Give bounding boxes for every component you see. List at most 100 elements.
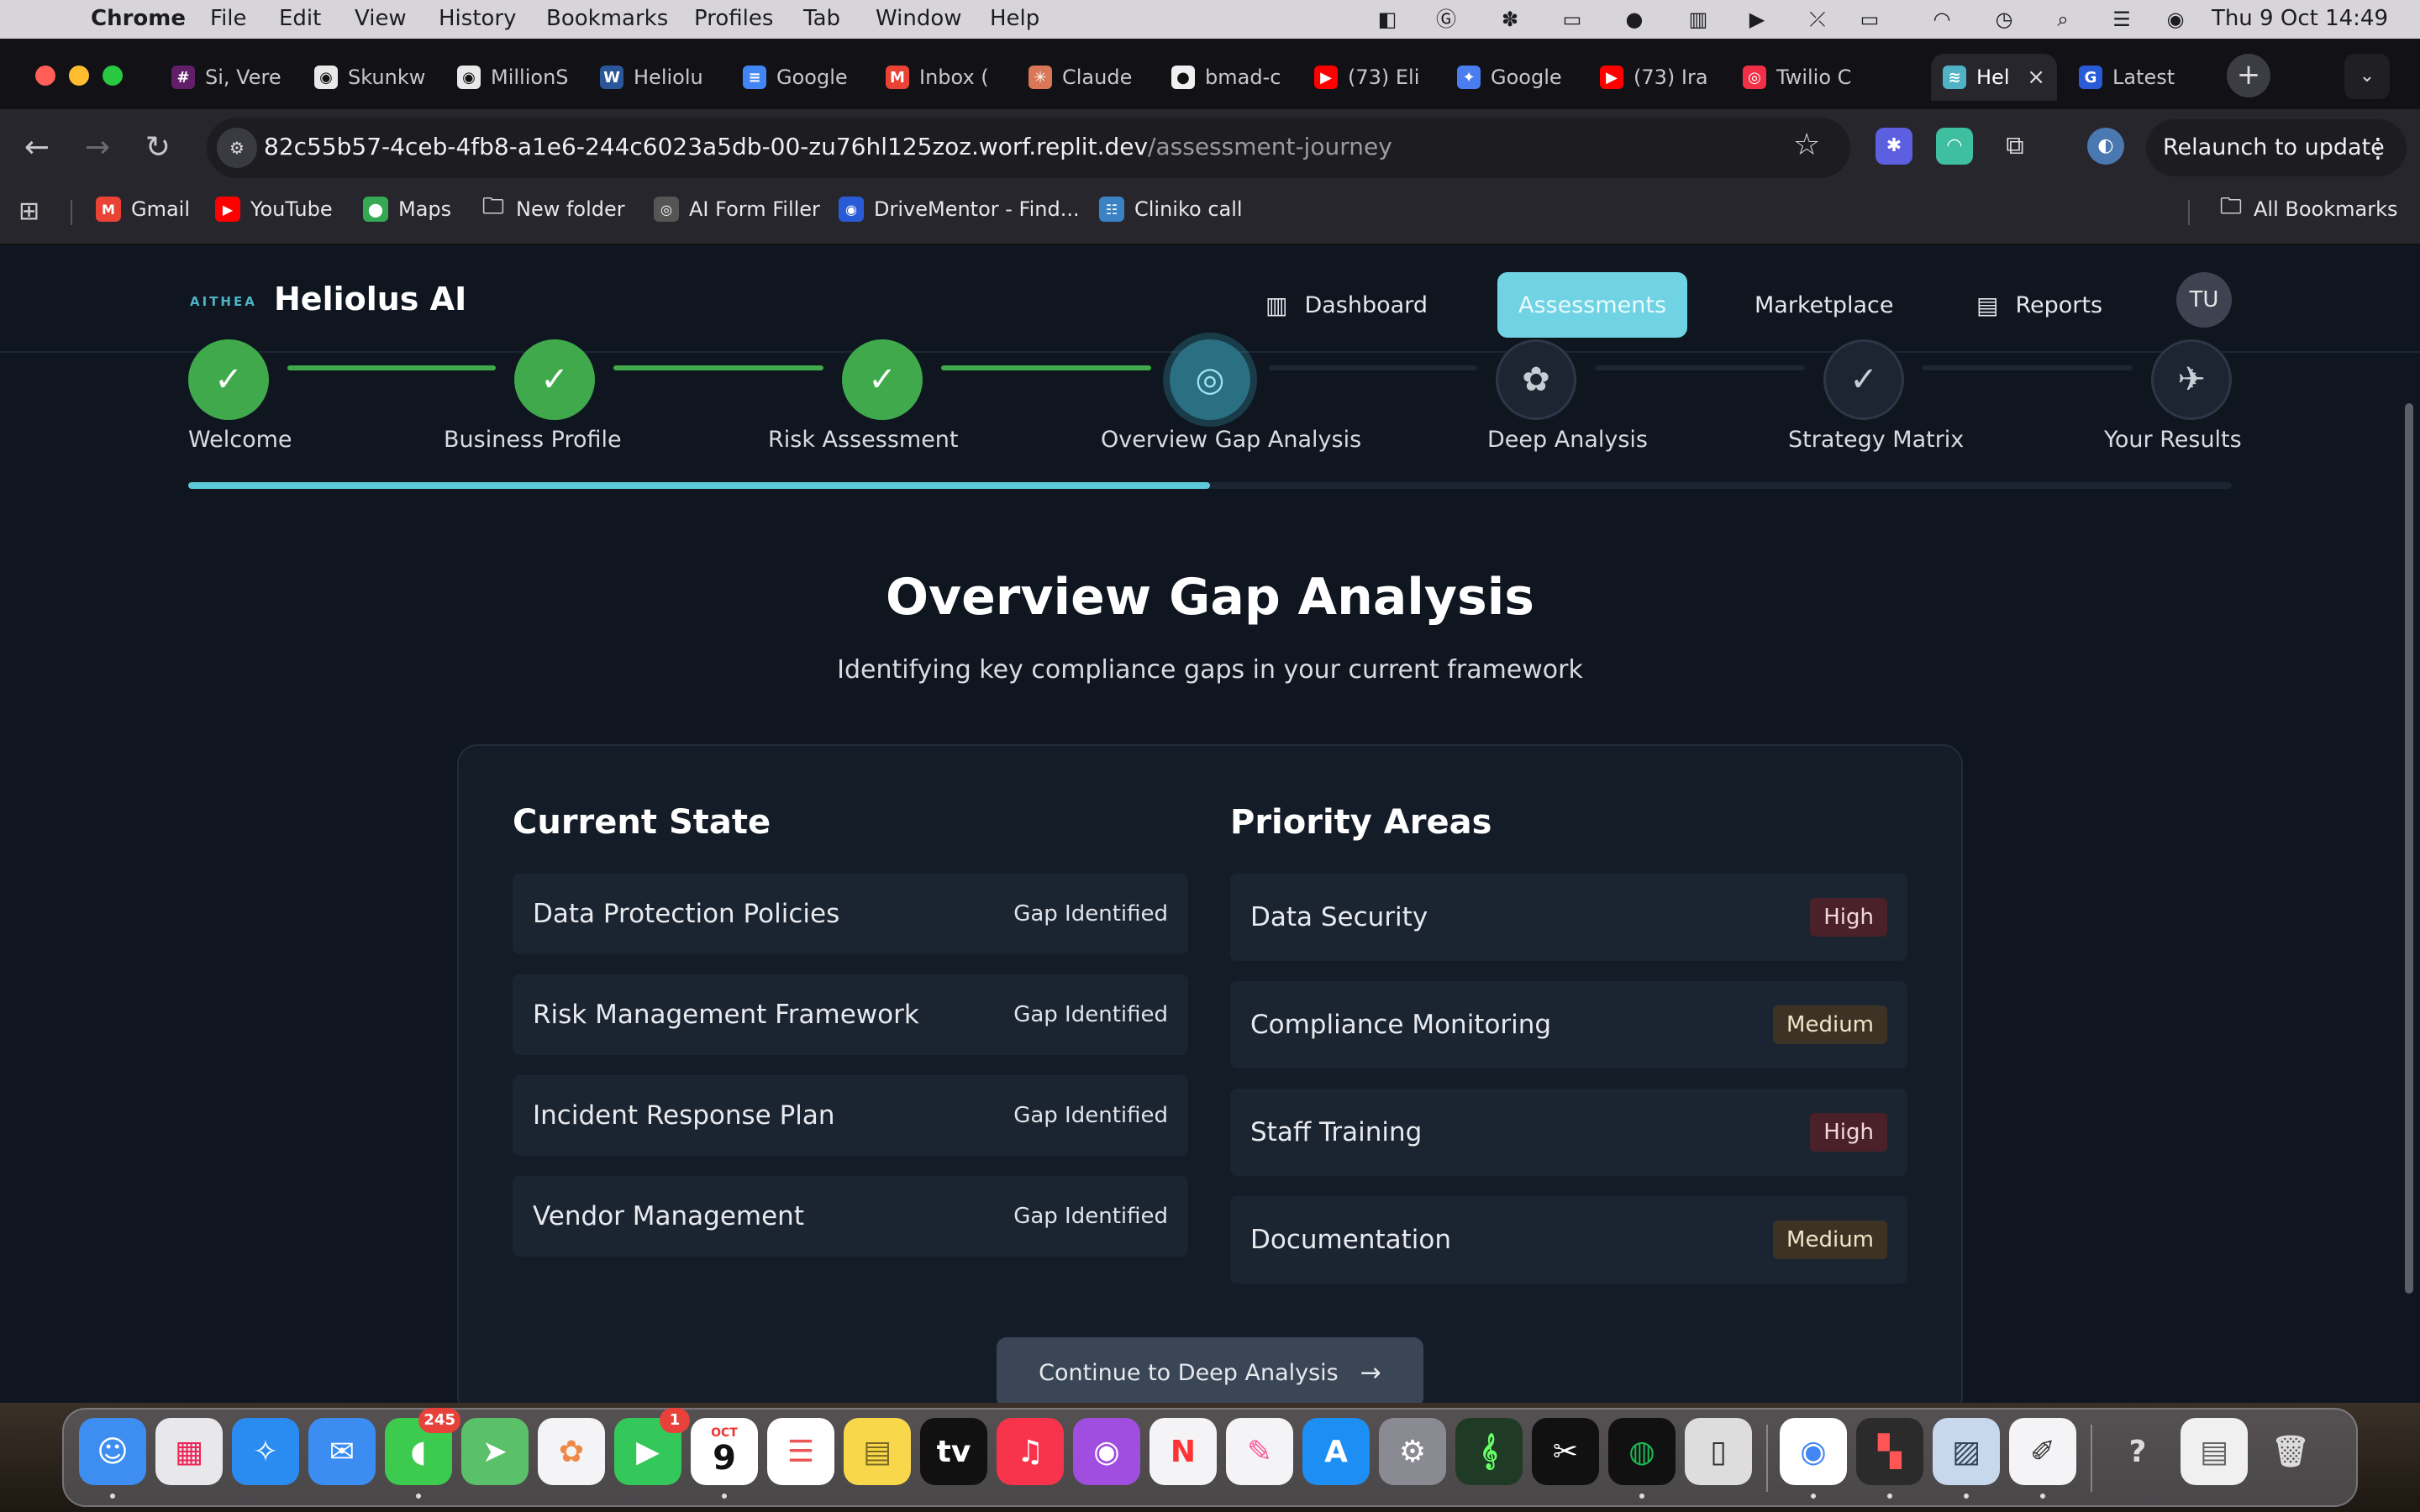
bookmark-item[interactable]: ⬤ Maps [363,197,451,222]
grammarly-icon[interactable]: Ⓖ [1432,5,1460,34]
nav-assessments[interactable]: Assessments [1497,272,1687,338]
mute-icon[interactable]: ⤫ [1803,5,1832,34]
sheet-music-icon[interactable]: 𝄞 [1455,1418,1523,1485]
menu-window[interactable]: Window [876,6,962,31]
apps-grid-icon[interactable]: ⊞ [18,197,39,226]
more-menu-icon[interactable]: ⋮ [2365,119,2391,176]
menu-profiles[interactable]: Profiles [694,6,773,31]
menu-help[interactable]: Help [990,6,1039,31]
play-icon[interactable]: ▶ [1743,5,1771,34]
tab-search-button[interactable]: ⌄ [2344,54,2390,99]
menu-edit[interactable]: Edit [279,6,321,31]
podcasts-icon[interactable]: ◉ [1073,1418,1140,1485]
menu-bookmarks[interactable]: Bookmarks [546,6,668,31]
window-zoom-button[interactable] [103,66,123,86]
tab-close-icon[interactable]: × [2027,65,2045,90]
nav-marketplace[interactable]: Marketplace [1728,272,1920,338]
memory-icon[interactable]: ▥ [1684,5,1712,34]
bookmark-item[interactable]: ☷ Cliniko call [1099,197,1243,222]
page-scrollbar[interactable] [2405,403,2413,1294]
user-avatar[interactable]: TU [2176,272,2232,328]
display-icon[interactable]: ▭ [1558,5,1586,34]
mail-icon[interactable]: ✉ [308,1418,376,1485]
bookmark-item[interactable]: ◎ AI Form Filler [654,197,820,222]
check-circle-icon[interactable]: ✓ [514,339,595,420]
browser-tab[interactable]: W Heliolu [588,54,731,101]
figma-app-icon[interactable]: ▚ [1856,1418,1923,1485]
documents-stack-icon[interactable]: ▤ [2181,1418,2248,1485]
browser-tab[interactable]: ◎ Twilio C [1731,54,1874,101]
textedit-icon[interactable]: ✐ [2009,1418,2076,1485]
rocket-icon[interactable]: ✈ [2151,339,2232,420]
menu-file[interactable]: File [210,6,247,31]
news-icon[interactable]: N [1150,1418,1217,1485]
iphone-mirroring-icon[interactable]: ▯ [1685,1418,1752,1485]
app-store-icon[interactable]: A [1302,1418,1370,1485]
app-name[interactable]: Heliolus AI [274,281,466,318]
aithea-logo[interactable]: AITHEA [190,294,257,309]
target-icon[interactable]: ◎ [1170,339,1250,420]
nav-reports[interactable]: ▤ Reports [1949,272,2129,338]
messages-icon[interactable]: ◖ 245 [385,1408,460,1485]
new-tab-button[interactable]: + [2227,54,2270,97]
browser-tab[interactable]: ≋ Hel × [1931,54,2057,101]
finder-icon[interactable]: ☺ [79,1418,146,1485]
pages-icon[interactable]: ✎ [1226,1418,1293,1485]
spotlight-search-icon[interactable]: ⌕ [2049,5,2077,34]
music-icon[interactable]: ♫ [997,1418,1064,1485]
facetime-icon[interactable]: ▶ 1 [614,1408,690,1485]
preview-icon[interactable]: ▨ [1933,1418,2000,1485]
extension-icon-1[interactable]: ✱ [1876,128,1912,165]
bookmark-item[interactable]: ▶ YouTube [215,197,333,222]
nav-dashboard[interactable]: ▥ Dashboard [1239,272,1455,338]
maps-icon[interactable]: ➤ [461,1418,529,1485]
control-center-icon[interactable]: ☰ [2107,5,2136,34]
browser-tab[interactable]: ▶ (73) Eli [1302,54,1445,101]
notes-icon[interactable]: ▤ [844,1418,911,1485]
perplexity-icon[interactable]: ✽ [1496,5,1524,34]
back-button[interactable]: ← [15,126,59,170]
menu-view[interactable]: View [355,6,407,31]
launchpad-icon[interactable]: ▦ [155,1418,223,1485]
time-machine-icon[interactable]: ◷ [1990,5,2018,34]
menu-history[interactable]: History [439,6,517,31]
battery-icon[interactable]: ▭ [1855,5,1884,34]
browser-tab[interactable]: # Si, Vere [160,54,302,101]
calendar-icon[interactable]: OCT 9 [691,1418,758,1485]
menu-bar-clock[interactable]: Thu 9 Oct 14:49 [2212,6,2388,31]
browser-tab[interactable]: ◉ MillionS [445,54,588,101]
check-circle-icon[interactable]: ✓ [188,339,269,420]
reload-button[interactable]: ↻ [136,126,180,170]
system-settings-icon[interactable]: ⚙ [1379,1418,1446,1485]
photos-icon[interactable]: ✿ [538,1418,605,1485]
site-info-icon[interactable]: ⚙ [217,128,257,168]
user-icon[interactable]: ● [1620,5,1649,34]
browser-tab[interactable]: ≡ Google [731,54,874,101]
siri-icon[interactable]: ◉ [2161,5,2190,34]
help-icon[interactable]: ? [2104,1418,2171,1485]
browser-tab[interactable]: ● bmad-c [1160,54,1302,101]
extension-icon-2[interactable]: ◠ [1936,128,1973,165]
window-close-button[interactable] [35,66,55,86]
browser-tab[interactable]: ◉ Skunkw [302,54,445,101]
safari-icon[interactable]: ✧ [232,1418,299,1485]
screen-capture-icon[interactable]: ◧ [1373,5,1402,34]
profile-avatar-icon[interactable]: ◐ [2087,128,2124,165]
apple-tv-icon[interactable]: tv [920,1418,987,1485]
capcut-icon[interactable]: ✂ [1532,1418,1599,1485]
browser-tab[interactable]: ▶ (73) Ira [1588,54,1731,101]
spotify-icon[interactable]: ◍ [1608,1418,1676,1485]
browser-tab[interactable]: G Latest [2067,54,2210,101]
browser-tab[interactable]: ✳ Claude [1017,54,1160,101]
forward-button[interactable]: → [76,126,119,170]
check-circle-icon[interactable]: ✓ [842,339,923,420]
bookmark-item[interactable]: 🗀 New folder [481,194,625,222]
reminders-icon[interactable]: ☰ [767,1418,834,1485]
url-text[interactable]: 82c55b57-4ceb-4fb8-a1e6-244c6023a5db-00-… [264,133,1392,160]
continue-to-deep-analysis-button[interactable]: Continue to Deep Analysis → [997,1337,1423,1408]
app-menu-chrome[interactable]: Chrome [91,6,186,31]
extensions-puzzle-icon[interactable]: ⧉ [1996,128,2033,165]
brain-icon[interactable]: ✿ [1496,339,1576,420]
trash-icon[interactable]: 🗑 [2257,1418,2324,1485]
relaunch-to-update-button[interactable]: Relaunch to update ⋮ [2146,119,2407,176]
